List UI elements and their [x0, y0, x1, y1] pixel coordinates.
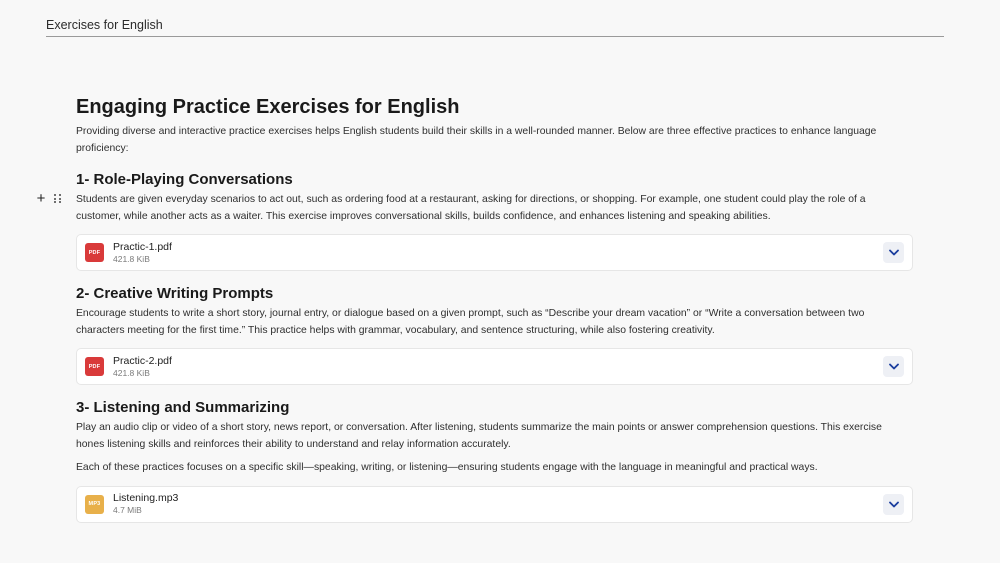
- section-block: + Students are given everyday scenarios …: [37, 191, 912, 225]
- file-size: 421.8 KiB: [113, 367, 150, 378]
- page-title: Engaging Practice Exercises for English: [76, 96, 460, 118]
- file-name: Practic-2.pdf: [113, 354, 172, 367]
- audio-file-icon: MP3: [85, 494, 104, 514]
- editor-content[interactable]: Engaging Practice Exercises for English …: [37, 95, 913, 523]
- pdf-file-icon: PDF: [85, 357, 104, 376]
- section-block: Play an audio clip or video of a short s…: [76, 420, 912, 477]
- section-paragraph: Encourage students to write a short stor…: [76, 308, 865, 336]
- page: Exercises for English Engaging Practice …: [0, 0, 1000, 563]
- section-heading: 3- Listening and Summarizing: [76, 399, 290, 416]
- summary-paragraph: Each of these practices focuses on a spe…: [76, 462, 818, 473]
- file-attachment[interactable]: MP3 Listening.mp3 4.7 MiB: [76, 485, 913, 523]
- chevron-down-icon: [888, 363, 899, 370]
- file-info: Practic-1.pdf 421.8 KiB: [113, 241, 883, 265]
- file-name: Listening.mp3: [113, 492, 179, 504]
- file-attachment[interactable]: PDF Practic-2.pdf 421.8 KiB: [76, 348, 913, 385]
- file-attachment[interactable]: PDF Practic-1.pdf 421.8 KiB: [76, 234, 913, 271]
- file-info: Practic-2.pdf 421.8 KiB: [113, 355, 883, 379]
- document-title-field[interactable]: Exercises for English: [46, 18, 944, 32]
- chevron-down-icon: [888, 249, 899, 256]
- file-size: 421.8 KiB: [113, 253, 150, 264]
- file-info: Listening.mp3 4.7 MiB: [113, 492, 883, 516]
- section-paragraph: Students are given everyday scenarios to…: [76, 194, 866, 222]
- expand-button[interactable]: [883, 356, 904, 377]
- section-heading: 1- Role-Playing Conversations: [76, 171, 293, 188]
- section-paragraph: Play an audio clip or video of a short s…: [76, 422, 882, 450]
- file-name: Practic-1.pdf: [113, 240, 172, 253]
- pdf-file-icon: PDF: [85, 243, 104, 262]
- drag-handle-icon[interactable]: [54, 194, 62, 204]
- expand-button[interactable]: [883, 493, 904, 515]
- file-size: 4.7 MiB: [113, 505, 142, 515]
- topbar: Exercises for English: [46, 18, 944, 37]
- expand-button[interactable]: [883, 242, 904, 263]
- section-heading: 2- Creative Writing Prompts: [76, 285, 274, 302]
- section-block: Encourage students to write a short stor…: [76, 306, 912, 339]
- intro-paragraph: Providing diverse and interactive practi…: [76, 126, 877, 154]
- block-tools: +: [35, 191, 62, 207]
- plus-icon[interactable]: +: [35, 191, 47, 207]
- chevron-down-icon: [888, 501, 899, 507]
